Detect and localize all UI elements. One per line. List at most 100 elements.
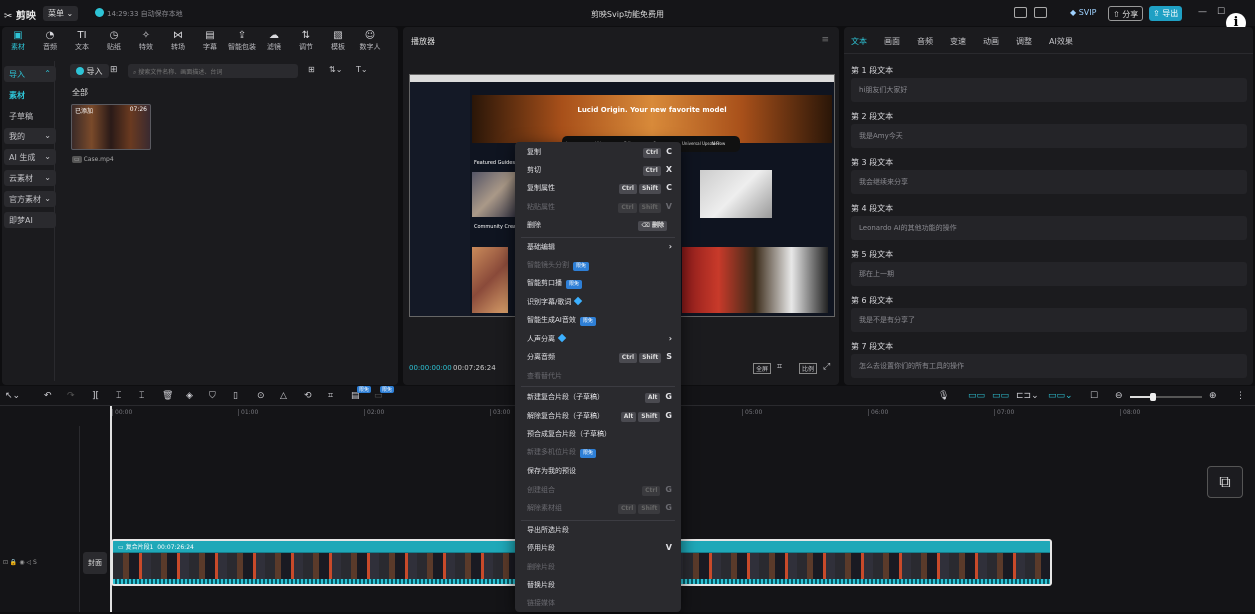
- menu-item[interactable]: 复制 Ctrl C: [527, 147, 672, 163]
- tool-3[interactable]: ◷ 贴纸: [99, 29, 129, 52]
- sidebar-item-subdraft[interactable]: 子草稿: [4, 108, 56, 124]
- segment-text-field[interactable]: 那在上一期: [851, 262, 1247, 286]
- tab-1[interactable]: 画面: [884, 36, 900, 47]
- search-input[interactable]: ⌕ 搜索文件名称、画面描述、台词: [128, 64, 298, 78]
- layout-icon[interactable]: [1034, 7, 1047, 18]
- tab-4[interactable]: 动画: [983, 36, 999, 47]
- menu-item[interactable]: 基础编辑 ›: [527, 242, 672, 258]
- segment-text-field[interactable]: 我是Amy今天: [851, 124, 1247, 148]
- segment-text-field[interactable]: hi朋友们大家好: [851, 78, 1247, 102]
- tab-3[interactable]: 变速: [950, 36, 966, 47]
- zoom-slider[interactable]: [1130, 393, 1202, 401]
- maximize-icon[interactable]: ☐: [1217, 7, 1225, 17]
- sidebar-item-jimeng[interactable]: 即梦AI: [4, 212, 56, 228]
- more-icon[interactable]: ⋮: [1236, 391, 1245, 401]
- tool-11[interactable]: ☺ 数字人: [355, 29, 385, 52]
- freeze-icon[interactable]: ▯: [233, 391, 238, 401]
- crop-icon[interactable]: ⌗: [328, 391, 333, 401]
- menu-item[interactable]: 解除复合片段（子草稿） Alt Shift G: [527, 411, 672, 427]
- filter-icon[interactable]: T⌄: [356, 65, 368, 74]
- svip-badge[interactable]: ◆ SVIP: [1066, 6, 1100, 21]
- redo-icon[interactable]: ↷: [67, 391, 75, 401]
- tab-6[interactable]: AI效果: [1049, 36, 1073, 47]
- split-right-icon[interactable]: ⌶: [139, 391, 144, 401]
- menu-item[interactable]: 复制属性 Ctrl Shift C: [527, 183, 672, 199]
- comment-icon[interactable]: ☐: [1090, 391, 1098, 401]
- auto-snap-icon[interactable]: ▭▭: [992, 391, 1009, 401]
- menu-item[interactable]: 剪切 Ctrl X: [527, 165, 672, 181]
- tool-7[interactable]: ⇪ 智能包装: [227, 29, 257, 52]
- tool-10[interactable]: ▧ 模板: [323, 29, 353, 52]
- menu-shortcut: [667, 598, 672, 607]
- share-button[interactable]: ⇧ 分享: [1108, 6, 1144, 21]
- menu-item[interactable]: 替换片段: [527, 580, 672, 596]
- split-left-icon[interactable]: ⌶: [116, 391, 121, 401]
- tool-2[interactable]: TI 文本: [67, 29, 97, 52]
- menu-item[interactable]: 删除 ⌫ 删除: [527, 220, 672, 236]
- menu-item[interactable]: 停用片段 V: [527, 543, 672, 559]
- track-controls[interactable]: ⊡ 🔒 ◉ ◁ S: [3, 559, 37, 566]
- player-menu-icon[interactable]: ≡: [821, 35, 829, 45]
- sidebar-item-import[interactable]: 导入 ⌃: [4, 66, 56, 82]
- sidebar-item-cloud[interactable]: 云素材 ⌄: [4, 170, 56, 186]
- zoom-in-icon[interactable]: ⊕: [1209, 391, 1217, 401]
- microphone-icon[interactable]: 🎙: [938, 391, 949, 401]
- select-tool-icon[interactable]: ↖⌄: [5, 391, 20, 401]
- crop-icon[interactable]: ⌗: [777, 362, 782, 372]
- tool-8[interactable]: ☁ 滤镜: [259, 29, 289, 52]
- segment-text-field[interactable]: Leonardo AI的其他功能的操作: [851, 216, 1247, 240]
- undo-icon[interactable]: ↶: [44, 391, 52, 401]
- menu-item[interactable]: 识别字幕/歌词: [527, 296, 672, 313]
- tab-0[interactable]: 文本: [851, 36, 867, 47]
- menu-item[interactable]: 人声分离 ›: [527, 333, 672, 350]
- ratio-button[interactable]: 比例: [799, 363, 818, 374]
- import-button[interactable]: 导入: [70, 64, 109, 78]
- tool-5[interactable]: ⋈ 转场: [163, 29, 193, 52]
- tool-0[interactable]: ▣ 素材: [3, 29, 33, 52]
- track-link-icon[interactable]: ▭▭⌄: [1048, 391, 1073, 401]
- picture-in-picture-icon[interactable]: ⧉: [1207, 466, 1243, 498]
- sidebar-item-ai-gen[interactable]: AI 生成 ⌄: [4, 149, 56, 165]
- play-reverse-icon[interactable]: ⊙: [257, 391, 265, 401]
- minimize-icon[interactable]: —: [1198, 7, 1207, 17]
- segment-text-field[interactable]: 我会继续来分享: [851, 170, 1247, 194]
- sidebar-item-material[interactable]: 素材: [4, 87, 56, 103]
- segment-text-field[interactable]: 我是不是有分享了: [851, 308, 1247, 332]
- mask-icon[interactable]: ◈: [186, 391, 193, 401]
- cover-button[interactable]: 封面: [83, 552, 107, 574]
- mirror-icon[interactable]: △: [280, 391, 287, 401]
- segment-text-field[interactable]: 怎么去设置你们的所有工具的操作: [851, 354, 1247, 378]
- free-badge: 限免: [380, 386, 395, 393]
- view-toggle-icon[interactable]: ⊞: [308, 65, 315, 74]
- zoom-out-icon[interactable]: ⊖: [1115, 391, 1123, 401]
- menu-item[interactable]: 智能剪口播 限免: [527, 278, 672, 294]
- grid-icon[interactable]: ⊞: [110, 65, 118, 75]
- media-thumbnail[interactable]: 已添加 07:26: [71, 104, 151, 150]
- sidebar-item-mine[interactable]: 我的 ⌄: [4, 128, 56, 144]
- menu-item[interactable]: 新建复合片段（子草稿） Alt G: [527, 392, 672, 408]
- tool-9[interactable]: ⇅ 调节: [291, 29, 321, 52]
- tab-5[interactable]: 调整: [1016, 36, 1032, 47]
- tool-6[interactable]: ▤ 字幕: [195, 29, 225, 52]
- shortcut-modifier: Shift: [638, 184, 662, 194]
- delete-icon[interactable]: 🗑: [162, 391, 173, 401]
- sidebar-item-official[interactable]: 官方素材 ⌄: [4, 191, 56, 207]
- sort-icon[interactable]: ⇅⌄: [329, 65, 342, 74]
- expand-icon[interactable]: ⤢: [823, 362, 830, 372]
- fullscreen-mode-button[interactable]: 全屏: [753, 363, 772, 374]
- menu-item[interactable]: 预合成复合片段（子草稿）: [527, 429, 672, 445]
- rotate-icon[interactable]: ⟲: [304, 391, 312, 401]
- tool-1[interactable]: ◔ 音频: [35, 29, 65, 52]
- preview-axis-icon[interactable]: ⊏⊐⌄: [1016, 391, 1039, 401]
- tool-4[interactable]: ✧ 特效: [131, 29, 161, 52]
- menu-item[interactable]: 导出所选片段: [527, 525, 672, 541]
- shield-icon[interactable]: ⛉: [209, 391, 216, 401]
- menu-item[interactable]: 智能生成AI音效 限免: [527, 315, 672, 331]
- split-icon[interactable]: ][: [92, 391, 99, 401]
- menu-item[interactable]: 分离音频 Ctrl Shift S: [527, 352, 672, 368]
- menu-item[interactable]: 保存为我的预设: [527, 466, 672, 482]
- screen-icon[interactable]: [1014, 7, 1027, 18]
- link-main-track-icon[interactable]: ▭▭: [968, 391, 985, 401]
- tab-2[interactable]: 音频: [917, 36, 933, 47]
- export-button[interactable]: ⇪ 导出: [1149, 6, 1183, 21]
